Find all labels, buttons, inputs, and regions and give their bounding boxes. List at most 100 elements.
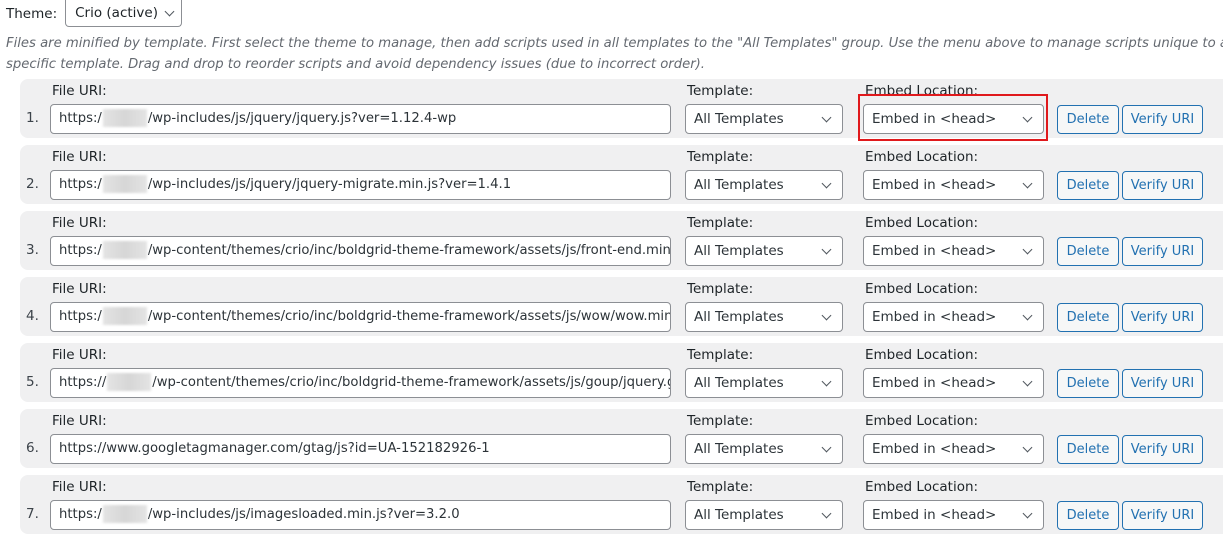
file-uri-label: File URI: (52, 215, 107, 231)
embed-location-select-value: Embed in <head> (872, 441, 997, 457)
uri-prefix: https:/ (59, 177, 102, 192)
redacted-domain (102, 241, 147, 259)
file-uri-input[interactable]: https:/ /wp-content/themes/crio/inc/boldg… (50, 236, 671, 266)
embed-location-select[interactable]: Embed in <head> (863, 170, 1044, 200)
template-select-value: All Templates (694, 111, 784, 127)
delete-button[interactable]: Delete (1057, 171, 1119, 200)
template-label: Template: (687, 479, 754, 495)
embed-location-label: Embed Location: (865, 413, 979, 429)
file-uri-label: File URI: (52, 479, 107, 495)
embed-location-label: Embed Location: (865, 281, 979, 297)
file-uri-input[interactable]: https:// /wp-content/themes/crio/inc/bold… (50, 368, 671, 398)
template-label: Template: (687, 149, 754, 165)
template-select-value: All Templates (694, 243, 784, 259)
script-row[interactable]: File URI: Template: Embed Location: 7. h… (20, 475, 1223, 534)
chevron-down-icon (821, 244, 832, 254)
embed-location-select[interactable]: Embed in <head> (863, 302, 1044, 332)
embed-location-select[interactable]: Embed in <head> (863, 500, 1044, 530)
file-uri-label: File URI: (52, 347, 107, 363)
template-label: Template: (687, 83, 754, 99)
chevron-down-icon (164, 6, 175, 16)
verify-uri-button[interactable]: Verify URI (1122, 435, 1203, 464)
file-uri-input[interactable]: https:/ /wp-includes/js/jquery/jquery.js?… (50, 104, 671, 134)
delete-button[interactable]: Delete (1057, 237, 1119, 266)
chevron-down-icon (821, 112, 832, 122)
template-select[interactable]: All Templates (685, 302, 843, 332)
uri-suffix: /wp-includes/js/jquery/jquery.js?ver=1.1… (147, 111, 457, 126)
verify-uri-button[interactable]: Verify URI (1122, 303, 1203, 332)
delete-button[interactable]: Delete (1057, 369, 1119, 398)
embed-location-select[interactable]: Embed in <head> (863, 434, 1044, 464)
script-row[interactable]: File URI: Template: Embed Location: 4. h… (20, 277, 1223, 336)
template-select[interactable]: All Templates (685, 368, 843, 398)
embed-location-select[interactable]: Embed in <head> (863, 104, 1044, 134)
file-uri-label: File URI: (52, 83, 107, 99)
row-index: 7. (26, 506, 39, 522)
uri-prefix: https://www.googletagmanager.com/gtag/js… (59, 441, 490, 456)
embed-location-label: Embed Location: (865, 479, 979, 495)
redacted-domain (102, 175, 147, 193)
row-index: 5. (26, 374, 39, 390)
redacted-domain (102, 505, 147, 523)
delete-button[interactable]: Delete (1057, 435, 1119, 464)
script-row[interactable]: File URI: Template: Embed Location: 3. h… (20, 211, 1223, 270)
embed-location-select-value: Embed in <head> (872, 309, 997, 325)
row-index: 6. (26, 440, 39, 456)
theme-select-value: Crio (active) (75, 5, 158, 21)
theme-selector-row: Theme: Crio (active) (6, 0, 182, 27)
file-uri-input[interactable]: https:/ /wp-content/themes/crio/inc/boldg… (50, 302, 671, 332)
template-select-value: All Templates (694, 177, 784, 193)
embed-location-select[interactable]: Embed in <head> (863, 368, 1044, 398)
file-uri-input[interactable]: https:/ /wp-includes/js/jquery/jquery-mig… (50, 170, 671, 200)
template-select-value: All Templates (694, 441, 784, 457)
delete-button[interactable]: Delete (1057, 303, 1119, 332)
script-row[interactable]: File URI: Template: Embed Location: 1. h… (20, 79, 1223, 138)
embed-location-select-value: Embed in <head> (872, 507, 997, 523)
template-select[interactable]: All Templates (685, 236, 843, 266)
template-select[interactable]: All Templates (685, 434, 843, 464)
verify-uri-button[interactable]: Verify URI (1122, 237, 1203, 266)
template-select[interactable]: All Templates (685, 500, 843, 530)
chevron-down-icon (1022, 442, 1033, 452)
template-select-value: All Templates (694, 507, 784, 523)
script-row[interactable]: File URI: Template: Embed Location: 5. h… (20, 343, 1223, 402)
chevron-down-icon (821, 442, 832, 452)
verify-uri-button[interactable]: Verify URI (1122, 105, 1203, 134)
chevron-down-icon (821, 376, 832, 386)
template-label: Template: (687, 215, 754, 231)
template-select[interactable]: All Templates (685, 104, 843, 134)
uri-suffix: /wp-includes/js/jquery/jquery-migrate.mi… (147, 177, 512, 192)
delete-button[interactable]: Delete (1057, 105, 1119, 134)
file-uri-input[interactable]: https:/ /wp-includes/js/imagesloaded.min.… (50, 500, 671, 530)
theme-label: Theme: (6, 5, 58, 22)
chevron-down-icon (821, 178, 832, 188)
delete-button[interactable]: Delete (1057, 501, 1119, 530)
template-select[interactable]: All Templates (685, 170, 843, 200)
embed-location-select[interactable]: Embed in <head> (863, 236, 1044, 266)
embed-location-select-value: Embed in <head> (872, 243, 997, 259)
verify-uri-button[interactable]: Verify URI (1122, 171, 1203, 200)
verify-uri-button[interactable]: Verify URI (1122, 501, 1203, 530)
embed-location-label: Embed Location: (865, 149, 979, 165)
embed-location-select-value: Embed in <head> (872, 375, 997, 391)
verify-uri-button[interactable]: Verify URI (1122, 369, 1203, 398)
chevron-down-icon (1022, 310, 1033, 320)
script-row[interactable]: File URI: Template: Embed Location: 2. h… (20, 145, 1223, 204)
embed-location-label: Embed Location: (865, 83, 979, 99)
chevron-down-icon (1022, 112, 1033, 122)
embed-location-select-value: Embed in <head> (872, 111, 997, 127)
uri-suffix: /wp-includes/js/imagesloaded.min.js?ver=… (147, 507, 460, 522)
embed-location-select-value: Embed in <head> (872, 177, 997, 193)
uri-prefix: https:/ (59, 111, 102, 126)
script-row[interactable]: File URI: Template: Embed Location: 6. h… (20, 409, 1223, 468)
row-index: 1. (26, 110, 39, 126)
chevron-down-icon (1022, 376, 1033, 386)
file-uri-input[interactable]: https://www.googletagmanager.com/gtag/js… (50, 434, 671, 464)
file-uri-label: File URI: (52, 149, 107, 165)
uri-prefix: https:/ (59, 243, 102, 258)
chevron-down-icon (1022, 244, 1033, 254)
theme-select[interactable]: Crio (active) (65, 0, 182, 27)
template-label: Template: (687, 347, 754, 363)
row-index: 3. (26, 242, 39, 258)
row-index: 4. (26, 308, 39, 324)
